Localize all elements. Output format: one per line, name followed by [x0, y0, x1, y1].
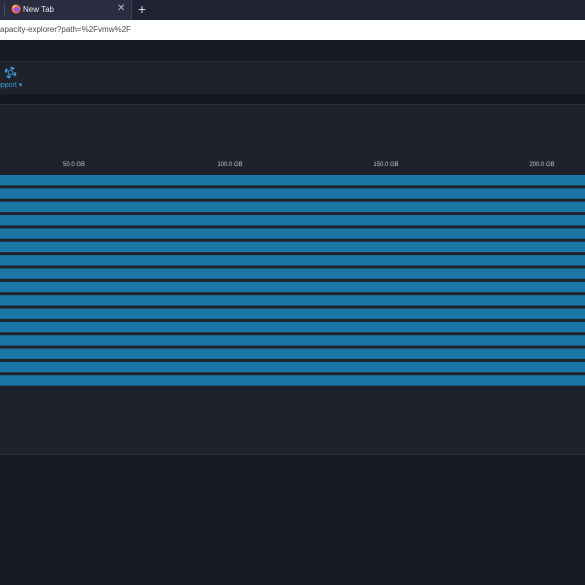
capacity-bar[interactable] — [0, 241, 585, 253]
capacity-bar[interactable] — [0, 295, 585, 306]
capacity-bar[interactable] — [0, 175, 585, 186]
capacity-bar[interactable] — [0, 335, 585, 346]
capacity-bar[interactable] — [0, 268, 585, 279]
capacity-bar[interactable] — [0, 281, 585, 293]
capacity-bar[interactable] — [0, 215, 585, 226]
capacity-bar[interactable] — [0, 255, 585, 266]
capacity-bar[interactable] — [0, 348, 585, 359]
capacity-bar[interactable] — [0, 188, 585, 199]
capacity-bar[interactable] — [0, 308, 585, 319]
capacity-bar[interactable] — [0, 375, 585, 386]
capacity-bar[interactable] — [0, 228, 585, 239]
capacity-bar[interactable] — [0, 321, 585, 333]
capacity-bar-chart — [0, 175, 585, 386]
capacity-bar[interactable] — [0, 361, 585, 373]
capacity-bar[interactable] — [0, 201, 585, 213]
